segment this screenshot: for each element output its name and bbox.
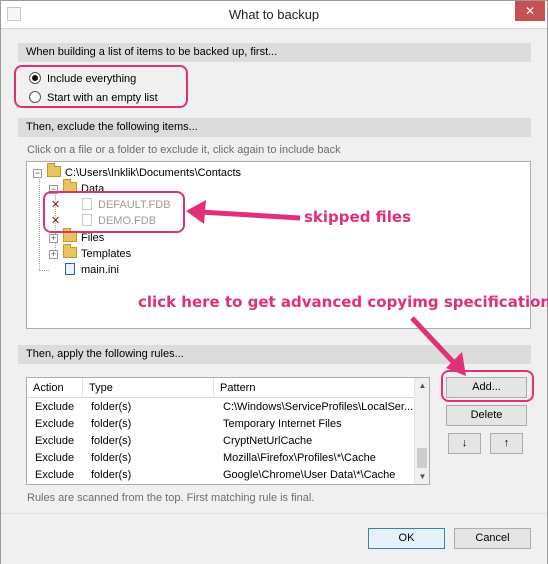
cell-type: folder(s) [91,452,132,464]
tree-connector [39,270,49,271]
tree-item-templates[interactable]: + Templates [49,244,132,262]
expand-icon[interactable]: + [49,250,58,259]
cell-pattern: Google\Chrome\User Data\*\Cache [223,469,396,481]
cell-pattern: C:\Windows\ServiceProfiles\LocalSer... [223,401,414,413]
cell-pattern: Temporary Internet Files [223,418,342,430]
collapse-icon[interactable]: − [33,169,42,178]
tree-item-templates-label: Templates [81,248,132,260]
tree-item-main-ini-label: main.ini [81,264,119,276]
cell-pattern: CryptNetUrlCache [223,435,313,447]
tree-connector [39,174,40,270]
folder-icon [63,244,77,258]
move-up-button[interactable]: ↑ [490,433,523,454]
dialog-footer: OK Cancel [1,513,547,564]
cancel-button[interactable]: Cancel [454,528,531,549]
table-row[interactable]: Exclude folder(s) C:\Windows\ServiceProf… [27,399,415,416]
table-row[interactable]: Exclude folder(s) Mozilla\Firefox\Profil… [27,450,415,467]
delete-rule-button[interactable]: Delete [446,405,527,426]
cell-action: Exclude [35,452,75,464]
table-row[interactable]: Exclude folder(s) Temporary Internet Fil… [27,416,415,433]
annotation-advanced-text: click here to get advanced copyimg speci… [138,293,548,311]
tree-item-main-ini[interactable]: main.ini [65,262,119,278]
tree-item-files-label: Files [81,232,105,244]
ok-button[interactable]: OK [368,528,445,549]
close-icon: ✕ [524,4,536,18]
rules-footnote: Rules are scanned from the top. First ma… [27,492,315,504]
annotation-skipped-text: skipped files [304,208,412,226]
scroll-down-icon[interactable]: ▼ [415,469,429,484]
file-icon [65,263,75,275]
title-bar: What to backup ✕ [1,1,547,29]
window-title: What to backup [228,7,320,22]
rules-table[interactable]: Action Type Pattern Exclude folder(s) C:… [26,377,430,485]
cell-pattern: Mozilla\Firefox\Profiles\*\Cache [223,452,376,464]
annotation-highlight-radio [14,65,188,108]
cell-action: Exclude [35,469,75,481]
cell-type: folder(s) [91,401,132,413]
close-button[interactable]: ✕ [515,1,545,21]
cell-action: Exclude [35,418,75,430]
tree-root-label: C:\Users\Inklik\Documents\Contacts [65,167,242,179]
column-action[interactable]: Action [27,378,83,398]
move-down-button[interactable]: ↓ [448,433,481,454]
table-row[interactable]: Exclude folder(s) Google\Chrome\User Dat… [27,467,415,484]
cell-type: folder(s) [91,435,132,447]
table-row[interactable]: Exclude folder(s) CryptNetUrlCache [27,433,415,450]
cell-action: Exclude [35,435,75,447]
annotation-highlight-add [441,370,534,402]
cell-type: folder(s) [91,418,132,430]
section-initial-header: When building a list of items to be back… [18,43,531,62]
rules-scrollbar[interactable]: ▲ ▼ [414,378,429,484]
cell-type: folder(s) [91,469,132,481]
column-type[interactable]: Type [83,378,214,398]
expand-icon[interactable]: + [49,234,58,243]
folder-icon [47,163,61,177]
section-rules-header: Then, apply the following rules... [18,345,531,364]
annotation-highlight-skipped [43,191,185,233]
column-pattern[interactable]: Pattern [214,378,415,398]
scroll-up-icon[interactable]: ▲ [415,378,429,393]
rules-table-header: Action Type Pattern [27,378,415,398]
scroll-thumb[interactable] [417,448,427,468]
cell-action: Exclude [35,401,75,413]
section-exclude-header: Then, exclude the following items... [18,118,531,137]
exclude-hint: Click on a file or a folder to exclude i… [27,144,341,156]
